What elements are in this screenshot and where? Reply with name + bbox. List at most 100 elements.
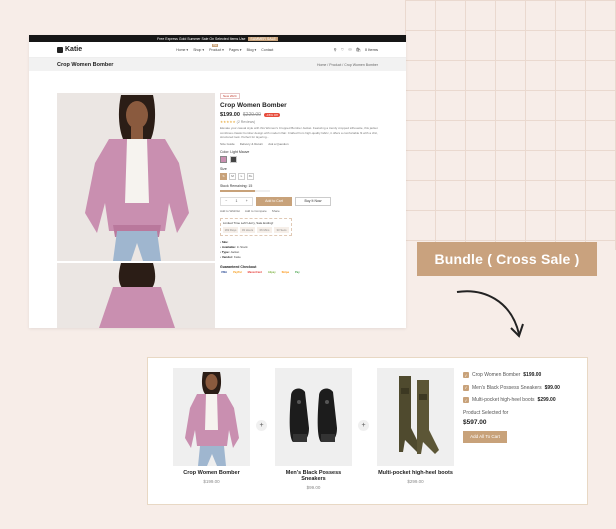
bundle-product-1[interactable]: Crop Women Bomber $199.00	[173, 368, 250, 484]
quantity-stepper[interactable]: − 1 +	[220, 196, 253, 206]
size-options: S M L XL	[220, 172, 380, 180]
bundle-product-2-name[interactable]: Men's Black Possess Sneakers	[275, 470, 352, 482]
timer-secs: 33 Secs	[274, 226, 289, 233]
bundle-callout: Bundle ( Cross Sale )	[417, 242, 597, 276]
share-link[interactable]: Share	[272, 209, 280, 213]
qty-value[interactable]: 1	[236, 199, 238, 203]
breadcrumb[interactable]: Home / Product / Crop Women Bomber	[317, 63, 378, 67]
jacket-image	[173, 368, 250, 466]
buy-row: − 1 + Add to Cart Buy It Now	[220, 196, 380, 206]
timer-hours: 03 Hours	[240, 226, 255, 233]
size-l[interactable]: L	[238, 172, 245, 180]
review-count: (2 Reviews)	[236, 120, 256, 124]
bundle-item-1-name: Crop Women Bomber	[472, 372, 521, 379]
add-to-cart-button[interactable]: Add to Cart	[256, 196, 292, 206]
alipay-icon: Alipay	[267, 270, 276, 274]
grid-background	[405, 0, 616, 250]
checkout-label: Guaranteed Checkout	[220, 264, 257, 269]
bundle-product-3-image[interactable]	[377, 368, 454, 466]
plus-icon: +	[256, 420, 267, 431]
checkbox-checked-icon[interactable]: ✓	[463, 372, 469, 379]
bundle-item-2-price: $99.00	[544, 384, 560, 391]
swatch-mauve[interactable]	[220, 155, 227, 163]
plus-icon: +	[358, 420, 369, 431]
user-icon[interactable]: ⚇	[348, 47, 352, 52]
product-thumb-image[interactable]	[57, 263, 215, 328]
bundle-product-1-price: $199.00	[203, 479, 220, 484]
price-old: $229.00	[242, 112, 261, 118]
bundle-product-2-price: $99.00	[306, 485, 321, 490]
qty-minus-button[interactable]: −	[225, 199, 227, 203]
bundle-item-3[interactable]: ✓ Multi-pocket high-heel boots $299.00	[463, 394, 560, 407]
rating-stars[interactable]: ★★★★★ (2 Reviews)	[220, 120, 380, 124]
bundle-item-1[interactable]: ✓ Crop Women Bomber $199.00	[463, 369, 560, 382]
menu-home[interactable]: Home ▾	[176, 48, 188, 52]
wishlist-icon[interactable]: ♡	[341, 47, 345, 52]
promo-text: Free Express Gold Summer Sale On Selecte…	[157, 36, 246, 41]
swatch-dark[interactable]	[230, 155, 237, 163]
menu-contact[interactable]: Contact	[261, 48, 273, 52]
qty-plus-button[interactable]: +	[246, 199, 248, 203]
buy-now-button[interactable]: Buy It Now	[295, 196, 331, 206]
bundle-item-2[interactable]: ✓ Men's Black Possess Sneakers $99.00	[463, 382, 560, 395]
cart-count[interactable]: 0 Items	[365, 47, 378, 52]
delivery-link[interactable]: Delivery & Return	[240, 142, 264, 146]
product-description: Elevate your casual style with this Wome…	[220, 126, 379, 139]
model-jacket-image	[57, 93, 215, 261]
bundle-checklist: ✓ Crop Women Bomber $199.00 ✓ Men's Blac…	[463, 369, 560, 443]
bundle-product-3[interactable]: Multi-pocket high-heel boots $299.00	[377, 368, 454, 484]
product-main-image[interactable]	[57, 93, 215, 261]
visa-icon: VISA	[221, 270, 228, 274]
product-title: Crop Women Bomber	[220, 102, 287, 109]
stock-progress	[220, 189, 270, 192]
checkbox-checked-icon[interactable]: ✓	[463, 384, 469, 391]
countdown-title: Limited Time Left! Hurry, Sale Ending!	[223, 220, 274, 225]
secondary-actions: Add to Wishlist Add to Compare Share	[220, 209, 380, 213]
curved-arrow-icon	[456, 290, 524, 338]
selected-label: Product Selected for	[463, 409, 509, 416]
bundle-item-3-price: $299.00	[537, 397, 556, 404]
bundle-product-3-name[interactable]: Multi-pocket high-heel boots	[377, 470, 454, 476]
bundle-item-2-name: Men's Black Possess Sneakers	[472, 384, 542, 391]
main-menu: Home ▾ Shop ▾ Hot Product ▾ Pages ▾ Blog …	[176, 43, 273, 52]
add-all-to-cart-button[interactable]: Add All To Cart	[463, 430, 507, 443]
new-badge: New 2024	[220, 93, 240, 99]
compare-link[interactable]: Add to Compare	[245, 209, 267, 213]
bundle-product-1-name[interactable]: Crop Women Bomber	[173, 470, 250, 476]
size-s[interactable]: S	[220, 172, 227, 180]
menu-product[interactable]: Hot Product ▾	[209, 43, 224, 52]
price-current: $199.00	[220, 112, 240, 118]
bundle-product-2-image[interactable]	[275, 368, 352, 466]
menu-blog[interactable]: Blog ▾	[247, 48, 257, 52]
page-title: Crop Women Bomber	[57, 61, 114, 68]
menu-shop[interactable]: Shop ▾	[193, 48, 204, 52]
size-label: Size	[220, 166, 227, 171]
product-info: New 2024 Crop Women Bomber $199.00 $229.…	[220, 93, 380, 275]
bundle-product-1-image[interactable]	[173, 368, 250, 466]
info-links: Size Guide Delivery & Return Ask a Quest…	[220, 142, 380, 146]
stock-progress-fill	[220, 189, 255, 192]
bundle-product-2[interactable]: Men's Black Possess Sneakers $99.00	[275, 368, 352, 490]
countdown-box: Limited Time Left! Hurry, Sale Ending! 1…	[220, 217, 292, 236]
ask-question-link[interactable]: Ask a Question	[268, 142, 288, 146]
boots-image	[377, 368, 454, 466]
paypal-icon: PayPal	[233, 270, 242, 274]
size-guide-link[interactable]: Size Guide	[220, 142, 235, 146]
wishlist-link[interactable]: Add to Wishlist	[220, 209, 240, 213]
menu-pages[interactable]: Pages ▾	[229, 48, 242, 52]
cart-icon[interactable]: 🛍︎	[356, 47, 361, 52]
size-m[interactable]: M	[229, 172, 236, 180]
bundle-total: $597.00	[463, 418, 487, 426]
color-swatches	[220, 155, 380, 163]
size-xl[interactable]: XL	[247, 172, 254, 180]
page-title-bar: Crop Women Bomber Home / Product / Crop …	[29, 58, 406, 71]
payment-icons: VISA PayPal MasterCard Alipay Stripe Pay	[220, 271, 380, 275]
model-jacket-back-image	[57, 263, 215, 328]
product-page-preview: Free Express Gold Summer Sale On Selecte…	[29, 35, 406, 328]
hot-badge: Hot	[212, 43, 218, 47]
search-icon[interactable]: ⚲	[334, 47, 337, 52]
checkbox-checked-icon[interactable]: ✓	[463, 397, 469, 404]
bundle-widget: Crop Women Bomber $199.00 + Men's Black …	[147, 357, 588, 505]
price-row: $199.00 $229.00 -15% Off	[220, 112, 380, 118]
logo[interactable]: Katie	[57, 46, 82, 53]
